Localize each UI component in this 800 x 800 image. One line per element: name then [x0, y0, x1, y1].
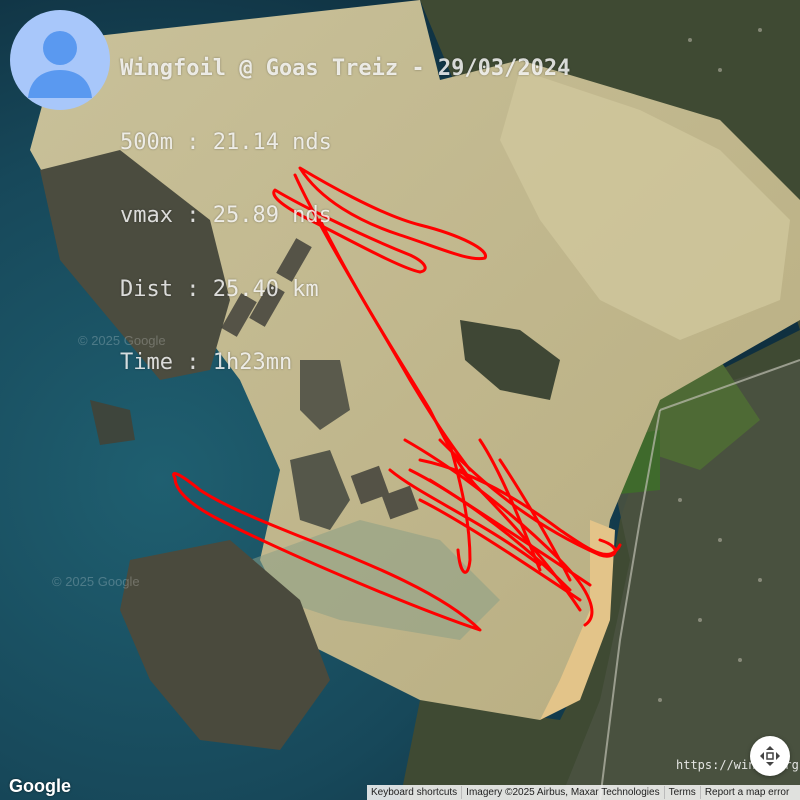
crosshair-move-icon — [760, 746, 780, 766]
imagery-attribution: Imagery ©2025 Airbus, Maxar Technologies — [462, 786, 665, 799]
stat-500m: 500m : 21.14 nds — [120, 129, 332, 155]
stat-vmax: vmax : 25.89 nds — [120, 203, 332, 228]
map-watermark: © 2025 Google — [52, 574, 140, 589]
map-footer: Keyboard shortcuts Imagery ©2025 Airbus,… — [367, 785, 800, 800]
google-logo[interactable]: Google — [9, 776, 71, 797]
activity-summary: Wingfoil @ Goas Treiz - 29/03/2024 500m … — [120, 8, 570, 400]
terms-link[interactable]: Terms — [665, 786, 701, 799]
stat-time: Time : 1h23mn — [120, 350, 293, 375]
stat-distance: Dist : 25.40 km — [120, 276, 319, 302]
map-watermark: © 2025 Google — [78, 333, 166, 348]
report-map-error-link[interactable]: Report a map error — [701, 786, 793, 799]
activity-title: Wingfoil @ Goas Treiz - 29/03/2024 — [120, 56, 571, 81]
map-camera-control-button[interactable] — [750, 736, 790, 776]
user-avatar-icon — [10, 10, 110, 110]
keyboard-shortcuts-link[interactable]: Keyboard shortcuts — [367, 786, 463, 799]
